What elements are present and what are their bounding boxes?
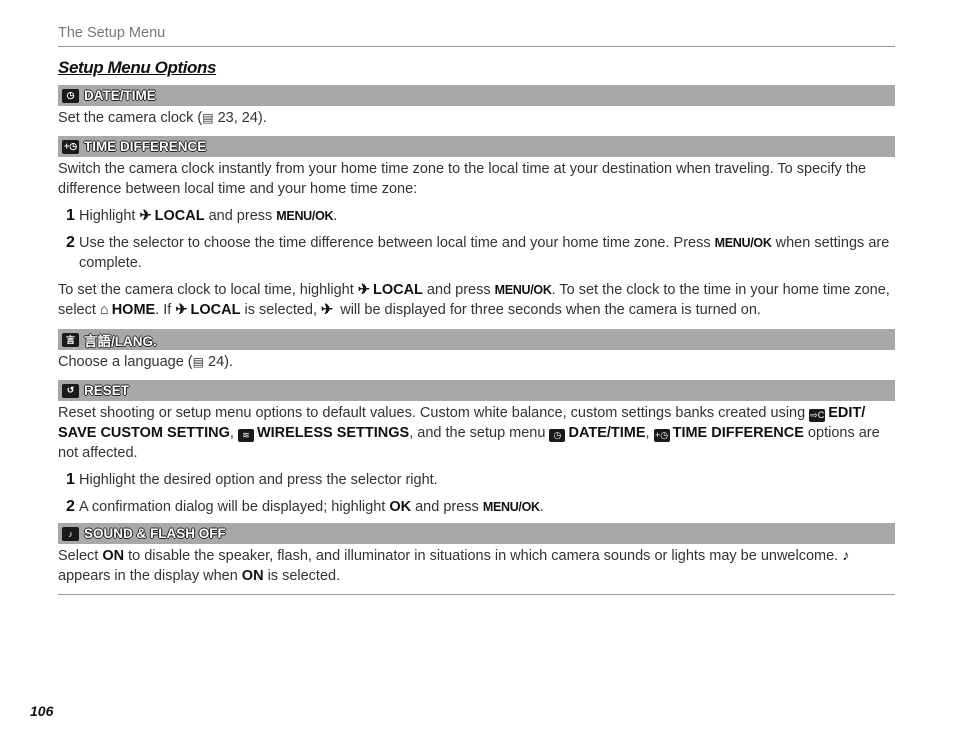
clock-icon: ◷	[62, 88, 79, 103]
book-reference-icon: ▤	[202, 111, 214, 125]
reset-intro: Reset shooting or setup menu options to …	[58, 405, 880, 461]
page-number: 106	[30, 703, 54, 719]
section-title: DATE/TIME	[84, 88, 156, 103]
wireless-icon: ≋	[237, 428, 254, 442]
page-reference-link[interactable]: 23, 24).	[214, 110, 267, 126]
step-number: 2	[66, 498, 75, 515]
page-reference-link[interactable]: 24).	[204, 354, 233, 370]
page-title: Setup Menu Options	[58, 58, 217, 77]
step-number: 1	[66, 471, 75, 488]
plane-icon: ✈	[357, 282, 370, 298]
step-item: 1 Highlight ✈ LOCAL and press MENU/OK.	[66, 207, 338, 224]
section-title: 言語/LANG.	[84, 333, 157, 349]
sound-flash-off-icon: ♪	[62, 526, 79, 541]
plane-icon: ✈	[321, 302, 334, 318]
clock-icon: ◷	[549, 428, 566, 442]
section-header-time-difference: +◷ TIME DIFFERENCE	[58, 136, 895, 157]
time-difference-icon: +◷	[62, 139, 79, 154]
step-item: 1 Highlight the desired option and press…	[66, 471, 438, 488]
section-header-reset: ↺ RESET	[58, 380, 895, 401]
header-divider	[58, 46, 895, 47]
section-header-sound-flash-off: ♪ SOUND & FLASH OFF	[58, 523, 895, 544]
time-difference-icon: +◷	[653, 428, 670, 442]
book-reference-icon: ▤	[192, 355, 204, 369]
section-header-language: 言 言語/LANG.	[58, 329, 895, 350]
page-content: ◷ DATE/TIME Set the camera clock (▤ 23, …	[58, 85, 895, 595]
time-difference-intro: Switch the camera clock instantly from y…	[58, 161, 867, 197]
edit-custom-setting-icon: ⇨C	[809, 408, 826, 422]
running-head: The Setup Menu	[58, 25, 166, 41]
section-end-divider	[58, 594, 895, 595]
reset-icon: ↺	[62, 383, 79, 398]
section-title: RESET	[84, 383, 130, 398]
step-item: 2 A confirmation dialog will be displaye…	[66, 498, 544, 515]
language-description: Choose a language (▤ 24).	[58, 354, 233, 370]
plane-icon: ✈	[175, 302, 188, 318]
section-title: TIME DIFFERENCE	[84, 139, 207, 154]
sound-flash-off-indicator-icon: ♪	[842, 548, 850, 564]
plane-icon: ✈	[139, 208, 152, 224]
sound-flash-description: Select ON to disable the speaker, flash,…	[58, 548, 850, 584]
home-icon: ⌂	[99, 302, 109, 318]
section-title: SOUND & FLASH OFF	[84, 526, 226, 541]
step-number: 1	[66, 207, 75, 224]
section-header-date-time: ◷ DATE/TIME	[58, 85, 895, 106]
step-item: 2 Use the selector to choose the time di…	[66, 234, 890, 271]
time-difference-note: To set the camera clock to local time, h…	[58, 282, 890, 318]
date-time-description: Set the camera clock (▤ 23, 24).	[58, 110, 267, 126]
language-icon: 言	[62, 332, 79, 347]
step-number: 2	[66, 234, 75, 251]
